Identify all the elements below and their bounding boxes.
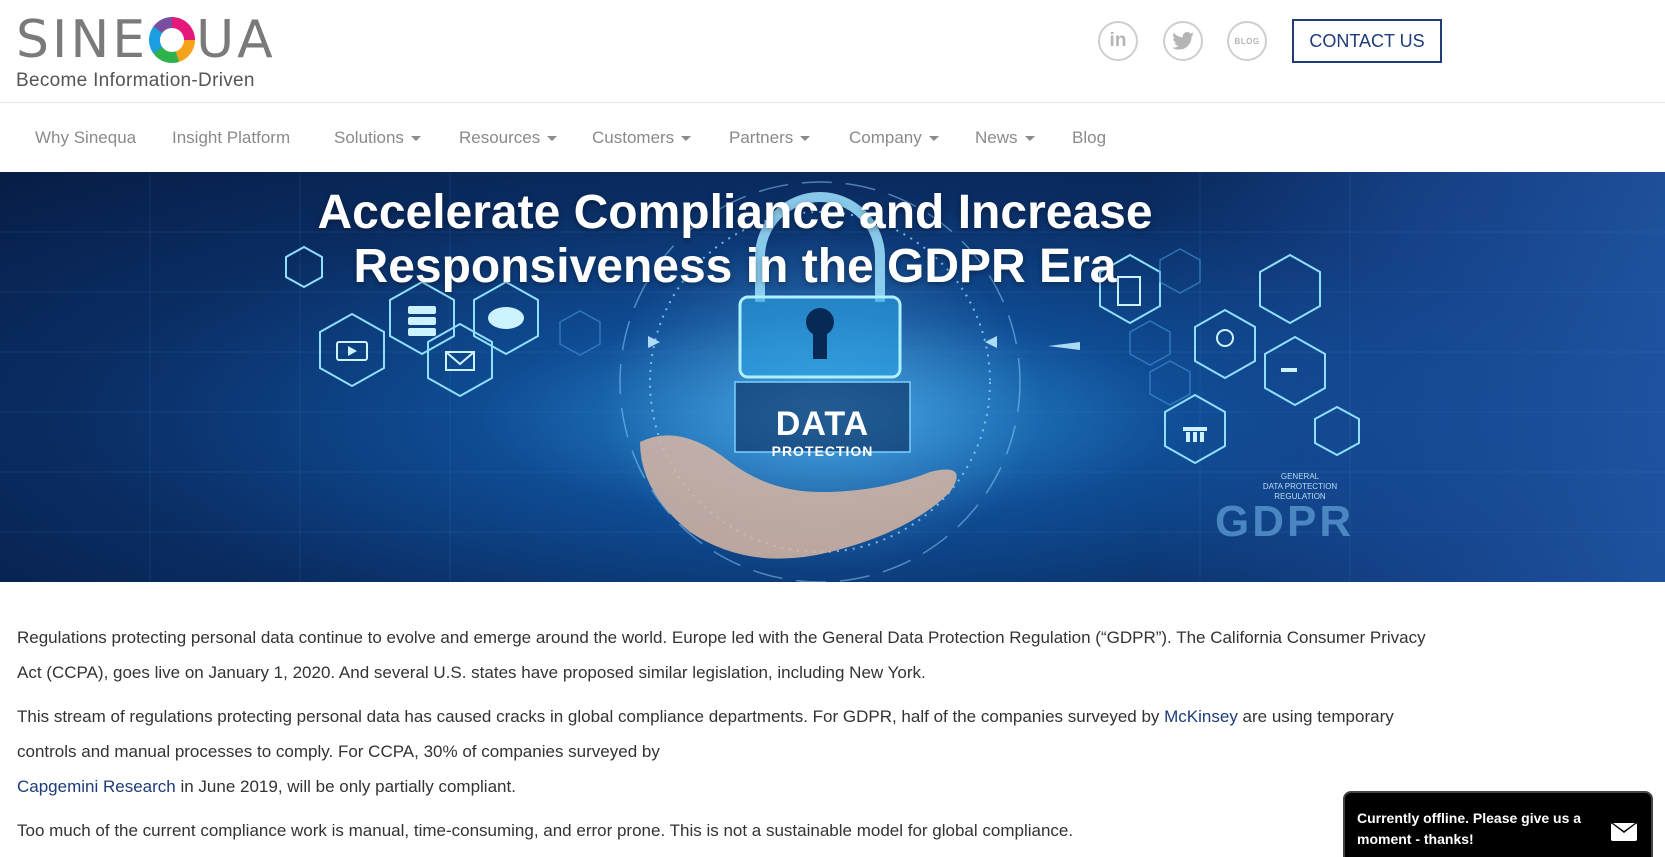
nav-label: Resources xyxy=(459,128,541,147)
data-label: DATA xyxy=(775,405,870,443)
gdpr-caption-line: DATA PROTECTION xyxy=(1262,482,1338,491)
capgemini-research-link[interactable]: Capgemini Research xyxy=(17,777,176,796)
logo-wordmark: SINE UA xyxy=(16,14,276,66)
main-navigation: Why Sinequa Insight Platform Solutions R… xyxy=(0,104,1665,172)
gdpr-hologram-text: GDPR xyxy=(1215,497,1355,546)
nav-label: Why Sinequa xyxy=(35,128,137,147)
paragraph-2-text-c: in June 2019, will be only partially com… xyxy=(175,777,516,796)
nav-label: Solutions xyxy=(334,128,404,147)
data-protection-label: DATA PROTECTION xyxy=(745,405,900,459)
hero-title-line-1: Accelerate Compliance and Increase xyxy=(317,186,1153,239)
nav-item-solutions[interactable]: Solutions xyxy=(334,104,421,172)
linkedin-icon[interactable]: in xyxy=(1098,21,1138,61)
gdpr-caption-line: GENERAL xyxy=(1280,472,1320,481)
paragraph-2-text-a: This stream of regulations protecting pe… xyxy=(17,707,1165,726)
nav-item-partners[interactable]: Partners xyxy=(729,104,811,172)
sinequa-logo[interactable]: SINE UA Become Information-Driven xyxy=(16,14,276,92)
site-header: SINE UA Become Information-Driven in BLOG… xyxy=(0,0,1665,103)
nav-label: Partners xyxy=(729,128,794,147)
nav-item-resources[interactable]: Resources xyxy=(459,104,558,172)
contact-us-button[interactable]: CONTACT US xyxy=(1292,19,1442,63)
chevron-down-icon xyxy=(1024,136,1035,142)
paragraph-2: This stream of regulations protecting pe… xyxy=(17,699,1437,804)
chat-offline-message: Currently offline. Please give us a mome… xyxy=(1357,810,1582,847)
mckinsey-link[interactable]: McKinsey xyxy=(1164,707,1238,726)
protection-label: PROTECTION xyxy=(771,443,874,459)
twitter-bird-icon xyxy=(1172,32,1194,50)
hero-banner: Accelerate Compliance and Increase Respo… xyxy=(0,172,1665,582)
hero-title: Accelerate Compliance and Increase Respo… xyxy=(300,186,1170,294)
chevron-down-icon xyxy=(547,136,558,142)
logo-q-icon xyxy=(149,17,196,63)
nav-label: Customers xyxy=(592,128,675,147)
nav-label: News xyxy=(975,128,1018,147)
twitter-icon[interactable] xyxy=(1163,21,1203,61)
chevron-down-icon xyxy=(681,136,692,142)
chevron-down-icon xyxy=(410,136,421,142)
nav-item-news[interactable]: News xyxy=(975,104,1035,172)
nav-item-insight-platform[interactable]: Insight Platform xyxy=(172,104,290,172)
chat-widget[interactable]: Currently offline. Please give us a mome… xyxy=(1343,791,1653,857)
nav-item-company[interactable]: Company xyxy=(849,104,939,172)
paragraph-1: Regulations protecting personal data con… xyxy=(17,628,1426,682)
article-body: Regulations protecting personal data con… xyxy=(17,620,1437,857)
blog-icon[interactable]: BLOG xyxy=(1227,21,1267,61)
hero-title-line-2: Responsiveness in the GDPR Era xyxy=(353,240,1117,293)
nav-item-why-sinequa[interactable]: Why Sinequa xyxy=(35,104,136,172)
nav-item-blog[interactable]: Blog xyxy=(1072,104,1106,172)
chevron-down-icon xyxy=(928,136,939,142)
logo-text-end: UA xyxy=(196,10,276,70)
nav-label: Blog xyxy=(1072,128,1107,147)
logo-text-start: SINE xyxy=(16,10,149,70)
chevron-down-icon xyxy=(800,136,811,142)
nav-item-customers[interactable]: Customers xyxy=(592,104,692,172)
nav-label: Company xyxy=(849,128,922,147)
nav-label: Insight Platform xyxy=(172,128,291,147)
envelope-icon[interactable] xyxy=(1611,823,1637,841)
paragraph-3: Too much of the current compliance work … xyxy=(17,821,1074,840)
logo-tagline: Become Information-Driven xyxy=(16,70,255,91)
